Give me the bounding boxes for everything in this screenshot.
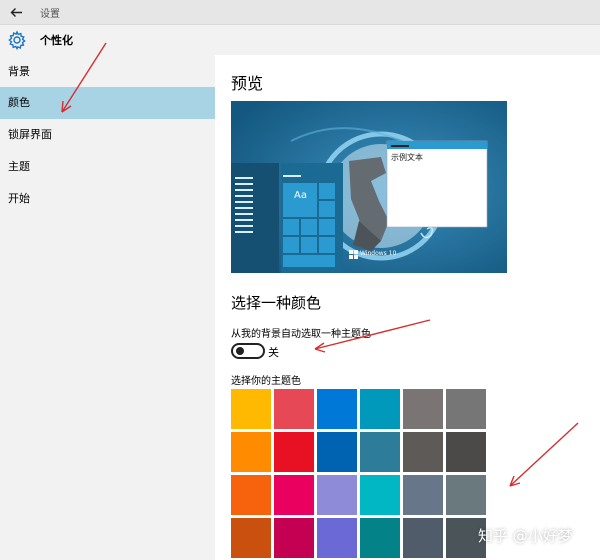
accent-swatch[interactable] bbox=[231, 475, 271, 515]
accent-swatch[interactable] bbox=[231, 518, 271, 558]
accent-swatch[interactable] bbox=[317, 475, 357, 515]
accent-swatch[interactable] bbox=[274, 475, 314, 515]
back-button[interactable] bbox=[4, 0, 28, 24]
sidebar-item-colors[interactable]: 颜色 bbox=[0, 87, 215, 119]
theme-preview: Aa 示例文本 Windows 10 bbox=[231, 101, 507, 273]
accent-swatch[interactable] bbox=[403, 475, 443, 515]
preview-graphic bbox=[231, 101, 507, 273]
accent-swatch[interactable] bbox=[360, 432, 400, 472]
toggle-knob bbox=[236, 347, 244, 355]
auto-pick-toggle[interactable] bbox=[231, 343, 265, 359]
accent-swatch[interactable] bbox=[317, 389, 357, 429]
sidebar: 背景 颜色 锁屏界面 主题 开始 bbox=[0, 55, 215, 560]
preview-sample-text: 示例文本 bbox=[391, 153, 423, 162]
accent-swatch[interactable] bbox=[446, 389, 486, 429]
accent-swatch[interactable] bbox=[317, 518, 357, 558]
page-title: 个性化 bbox=[40, 34, 73, 47]
accent-swatch[interactable] bbox=[317, 432, 357, 472]
auto-pick-label: 从我的背景自动选取一种主题色 bbox=[231, 329, 371, 340]
watermark: 知乎 @小好梦 bbox=[478, 527, 573, 545]
accent-swatch[interactable] bbox=[360, 475, 400, 515]
preview-os-label: Windows 10 bbox=[360, 250, 397, 257]
sidebar-item-start[interactable]: 开始 bbox=[0, 183, 215, 215]
accent-swatch[interactable] bbox=[231, 432, 271, 472]
sidebar-item-background[interactable]: 背景 bbox=[0, 56, 215, 88]
accent-swatch[interactable] bbox=[403, 432, 443, 472]
preview-heading: 预览 bbox=[231, 74, 264, 93]
accent-color-grid bbox=[231, 389, 487, 560]
accent-swatch[interactable] bbox=[360, 518, 400, 558]
sidebar-item-themes[interactable]: 主题 bbox=[0, 151, 215, 183]
color-heading: 选择一种颜色 bbox=[231, 294, 322, 312]
toggle-state-label: 关 bbox=[268, 346, 279, 359]
window-title: 设置 bbox=[40, 9, 60, 20]
back-arrow-icon bbox=[10, 7, 22, 17]
accent-swatch[interactable] bbox=[274, 518, 314, 558]
accent-swatch[interactable] bbox=[446, 432, 486, 472]
sidebar-item-lock-screen[interactable]: 锁屏界面 bbox=[0, 119, 215, 151]
accent-swatch[interactable] bbox=[360, 389, 400, 429]
accent-pick-label: 选择你的主题色 bbox=[231, 376, 301, 387]
accent-swatch[interactable] bbox=[274, 389, 314, 429]
accent-swatch[interactable] bbox=[403, 518, 443, 558]
accent-swatch[interactable] bbox=[403, 389, 443, 429]
preview-tile-label: Aa bbox=[294, 190, 307, 201]
title-bar: 设置 bbox=[0, 0, 600, 25]
accent-swatch[interactable] bbox=[274, 432, 314, 472]
page-header: 个性化 bbox=[0, 25, 600, 55]
accent-swatch[interactable] bbox=[231, 389, 271, 429]
accent-swatch[interactable] bbox=[446, 475, 486, 515]
gear-icon bbox=[8, 30, 26, 50]
